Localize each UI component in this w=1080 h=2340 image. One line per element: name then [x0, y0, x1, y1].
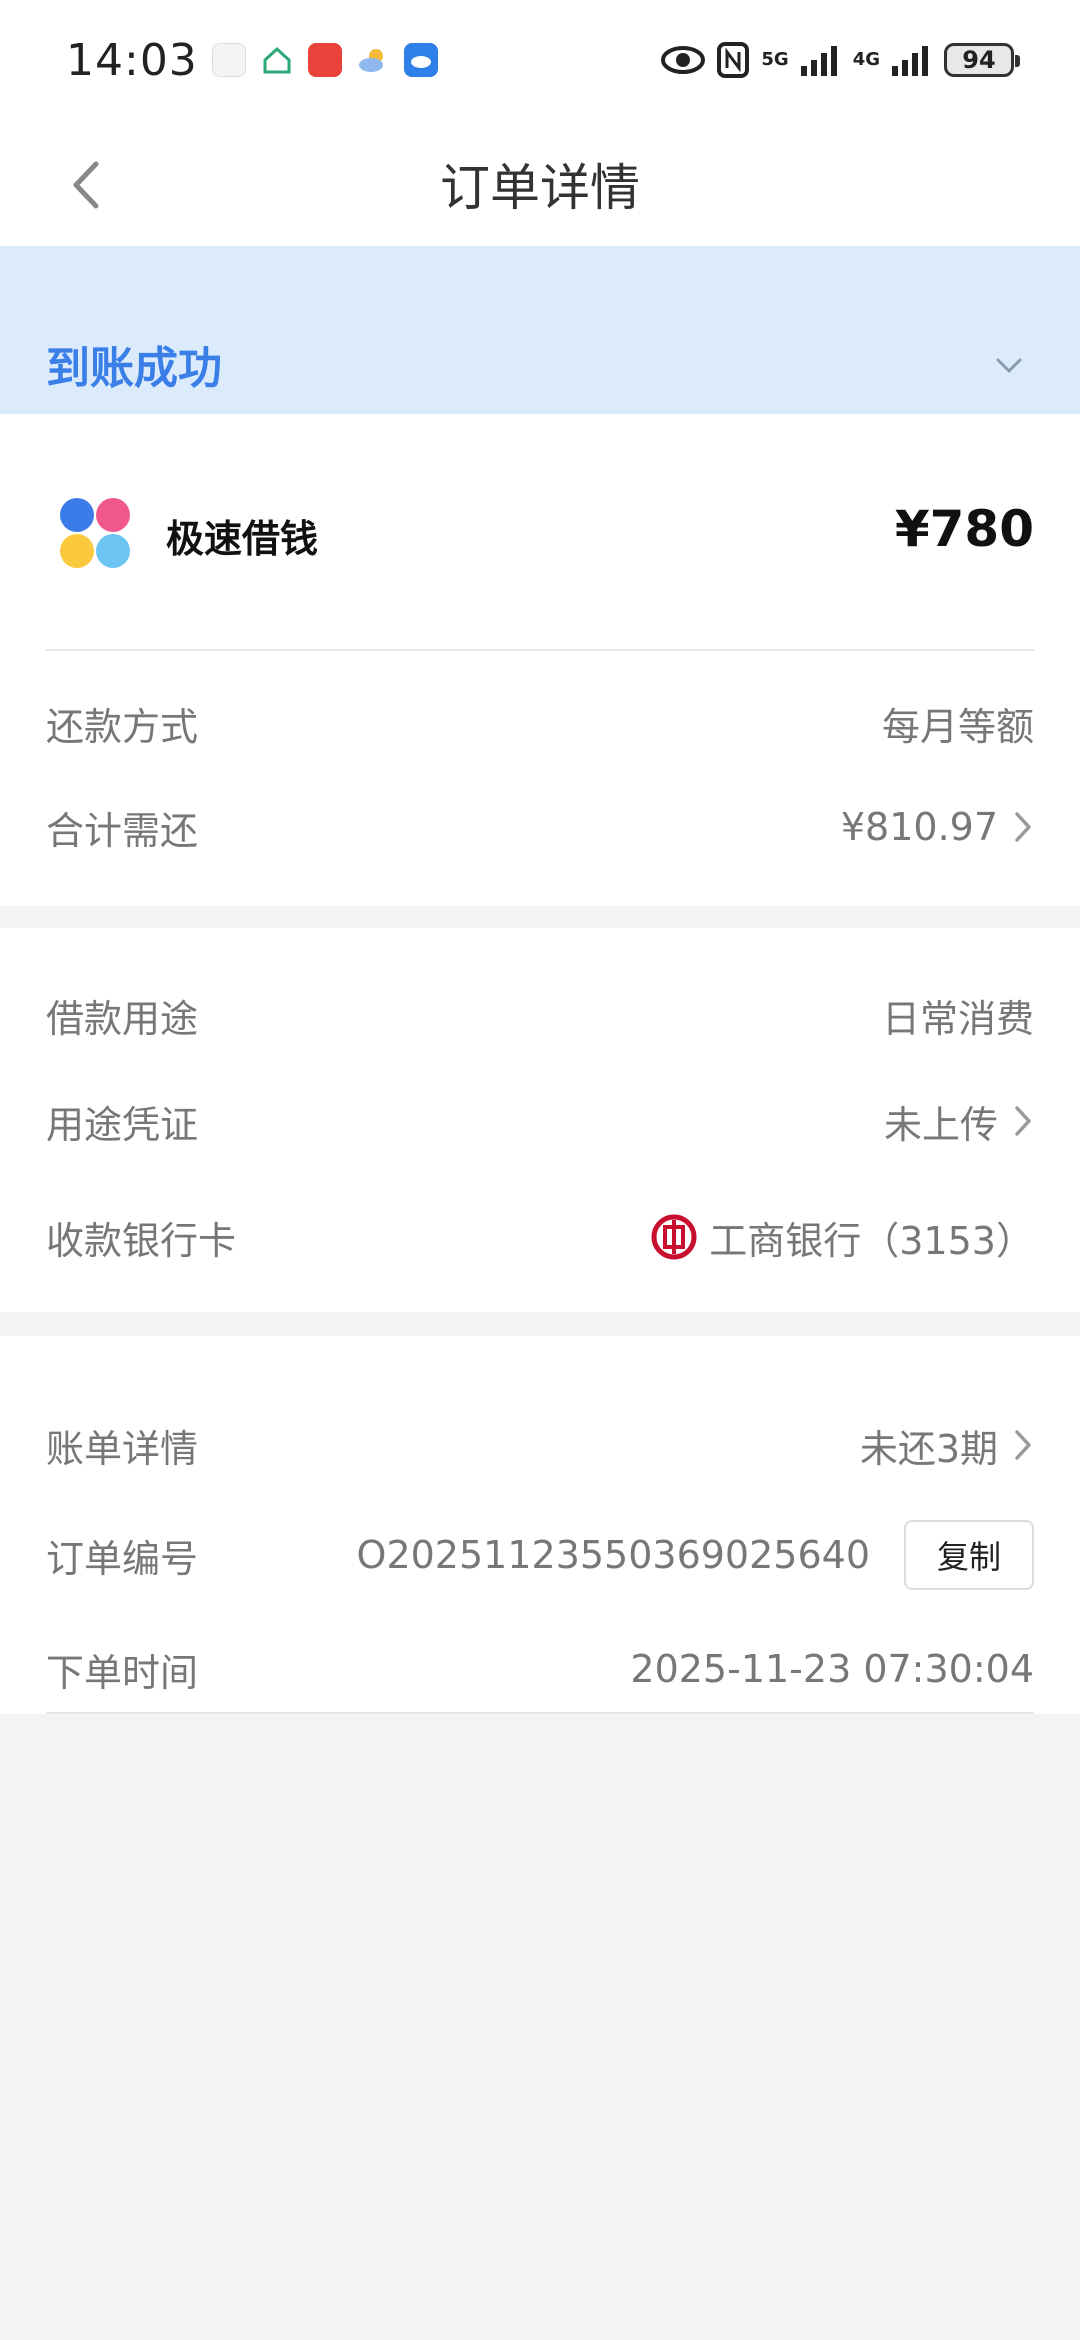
chevron-right-icon: [1015, 1430, 1031, 1460]
bill-detail-value-wrap: 未还3期: [860, 1418, 1034, 1473]
repay-method-value: 每月等额: [881, 704, 1034, 749]
total-repay-value: ¥810.97: [840, 805, 998, 849]
loan-purpose-label: 借款用途: [46, 996, 199, 1041]
bank-card-row: 收款银行卡 工商银行（3153）: [46, 1202, 1034, 1272]
network-5g: 5G: [761, 49, 789, 70]
product-card: 极速借钱 ¥780 还款方式 每月等额 合计需还 ¥810.97: [0, 414, 1080, 906]
bank-card-value-wrap: 工商银行（3153）: [651, 1210, 1034, 1265]
repay-method-label: 还款方式: [46, 704, 199, 749]
purpose-voucher-value: 未上传: [883, 1102, 998, 1147]
signal-icon-2: [892, 46, 928, 76]
signal-icon: [800, 46, 837, 76]
battery-indicator: 94: [944, 43, 1020, 77]
repay-method-row: 还款方式 每月等额: [46, 688, 1034, 758]
status-bar: 14:03 5G 4G 94: [0, 0, 1080, 120]
total-repay-value-wrap: ¥810.97: [841, 805, 1034, 849]
product-row: 极速借钱 ¥780: [0, 414, 1080, 650]
notification-icons: [211, 43, 438, 77]
purpose-voucher-label: 用途凭证: [46, 1102, 199, 1147]
bill-detail-value: 未还3期: [859, 1426, 998, 1471]
purpose-voucher-value-wrap: 未上传: [884, 1094, 1034, 1149]
bank-card-label: 收款银行卡: [46, 1218, 237, 1263]
status-time: 14:03: [66, 34, 198, 86]
bank-card-value: 工商银行（3153）: [709, 1218, 1034, 1263]
status-text: 到账成功: [46, 343, 222, 394]
cloud-app-icon: [403, 43, 438, 77]
order-time-row: 下单时间 2025-11-23 07:30:04: [46, 1634, 1034, 1704]
icbc-bank-icon: [651, 1214, 697, 1260]
purpose-voucher-row[interactable]: 用途凭证 未上传: [46, 1086, 1034, 1156]
order-number-row: 订单编号 O2025112355036902564​0 复制: [46, 1520, 1034, 1590]
order-number-value: O2025112355036902564​0: [356, 1533, 870, 1577]
status-banner[interactable]: 到账成功: [0, 246, 1080, 414]
chevron-down-icon[interactable]: [994, 350, 1024, 380]
network-4g: 4G: [852, 49, 880, 70]
smart-home-icon: [260, 43, 294, 77]
loan-info-card: 借款用途 日常消费 用途凭证 未上传 收款银行卡 工商银行（3153）: [0, 928, 1080, 1312]
product-amount: ¥780: [894, 500, 1034, 558]
product-logo-icon: [60, 498, 130, 568]
order-number-value-wrap: O2025112355036902564​0 复制: [357, 1520, 1034, 1590]
eye-icon: [661, 46, 706, 74]
order-number-label: 订单编号: [46, 1536, 199, 1581]
loan-purpose-row: 借款用途 日常消费: [46, 980, 1034, 1050]
product-name: 极速借钱: [166, 517, 319, 561]
chevron-right-icon: [1015, 1106, 1031, 1136]
divider: [46, 649, 1034, 651]
nfc-icon: [717, 42, 750, 78]
red-app-icon: [307, 43, 342, 77]
bill-detail-label: 账单详情: [46, 1426, 199, 1471]
total-repay-row[interactable]: 合计需还 ¥810.97: [46, 792, 1034, 862]
total-repay-label: 合计需还: [46, 808, 199, 853]
status-right: 5G 4G 94: [661, 42, 1020, 78]
order-time-label: 下单时间: [46, 1650, 199, 1695]
chevron-right-icon: [1015, 812, 1031, 842]
nav-bar: 订单详情: [0, 120, 1080, 246]
order-info-card: 账单详情 未还3期 订单编号 O2025112355036902564​0 复制…: [0, 1336, 1080, 1714]
divider: [46, 1712, 1034, 1714]
loan-purpose-value: 日常消费: [881, 996, 1034, 1041]
order-time-value: 2025-11-23 07:30:04: [630, 1647, 1034, 1691]
bill-detail-row[interactable]: 账单详情 未还3期: [46, 1410, 1034, 1480]
page-title: 订单详情: [440, 159, 640, 217]
copy-button[interactable]: 复制: [904, 1520, 1034, 1590]
weather-icon: [356, 43, 390, 77]
huawei-app-icon: [211, 43, 246, 77]
